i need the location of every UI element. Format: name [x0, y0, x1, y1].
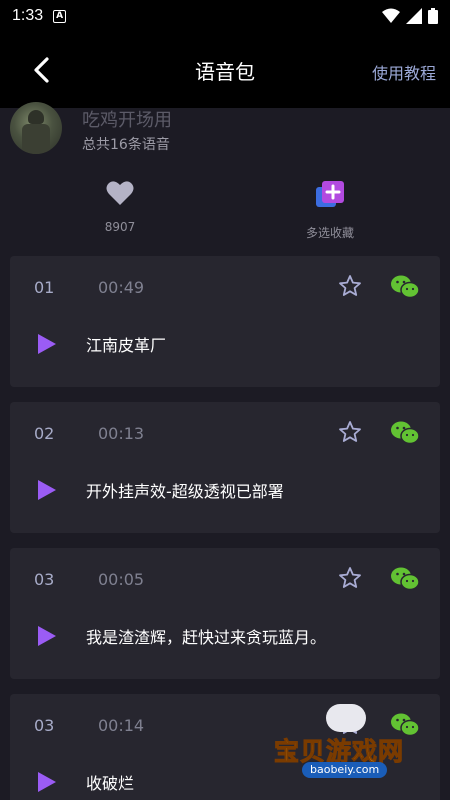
- voice-index: 03: [34, 716, 55, 735]
- wechat-icon[interactable]: [390, 274, 420, 300]
- voice-index: 03: [34, 570, 55, 589]
- multi-collect-icon: [316, 181, 344, 207]
- like-button[interactable]: 8907: [60, 180, 180, 234]
- notification-icon: A: [53, 9, 67, 23]
- voice-name: 开外挂声效-超级透视已部署: [86, 482, 284, 501]
- status-icons: [382, 8, 438, 24]
- watermark-url: baobeiy.com: [302, 762, 388, 778]
- pack-info: 吃鸡开场用 总共16条语音: [0, 100, 450, 160]
- star-icon[interactable]: [338, 566, 362, 590]
- battery-icon: [428, 8, 438, 24]
- signal-icon: [406, 8, 422, 24]
- star-icon[interactable]: [338, 420, 362, 444]
- site-watermark: 宝贝游戏网 baobeiy.com: [273, 704, 424, 780]
- pack-count: 总共16条语音: [82, 137, 170, 153]
- voice-card[interactable]: 02 00:13 开外挂声效-超级透视已部署: [10, 402, 440, 533]
- status-time: 1:33: [12, 7, 44, 24]
- voice-name: 收破烂: [86, 774, 135, 793]
- gamepad-logo-icon: [326, 704, 366, 732]
- heart-icon: [106, 181, 134, 205]
- voice-duration: 00:13: [98, 424, 145, 443]
- pack-name: 吃鸡开场用: [82, 110, 172, 131]
- voice-card[interactable]: 01 00:49 江南皮革厂: [10, 256, 440, 387]
- voice-duration: 00:49: [98, 278, 145, 297]
- play-icon[interactable]: [38, 334, 56, 354]
- voice-index: 01: [34, 278, 55, 297]
- voice-duration: 00:05: [98, 570, 145, 589]
- voice-index: 02: [34, 424, 55, 443]
- app-header: 语音包 使用教程: [0, 32, 450, 108]
- play-icon[interactable]: [38, 772, 56, 792]
- multi-collect-button[interactable]: 多选收藏: [270, 180, 390, 241]
- voice-duration: 00:14: [98, 716, 145, 735]
- wifi-icon: [382, 8, 400, 23]
- multi-collect-label: 多选收藏: [305, 226, 354, 240]
- wechat-icon[interactable]: [390, 420, 420, 446]
- status-bar: 1:33 A: [0, 0, 450, 32]
- play-icon[interactable]: [38, 480, 56, 500]
- wechat-icon[interactable]: [390, 566, 420, 592]
- like-count: 8907: [104, 220, 136, 234]
- play-icon[interactable]: [38, 626, 56, 646]
- voice-name: 我是渣渣辉，赶快过来贪玩蓝月。: [86, 628, 327, 647]
- tutorial-link[interactable]: 使用教程: [372, 60, 436, 84]
- voice-name: 江南皮革厂: [86, 336, 167, 355]
- star-icon[interactable]: [338, 274, 362, 298]
- avatar[interactable]: [10, 102, 62, 154]
- voice-card[interactable]: 03 00:05 我是渣渣辉，赶快过来贪玩蓝月。: [10, 548, 440, 679]
